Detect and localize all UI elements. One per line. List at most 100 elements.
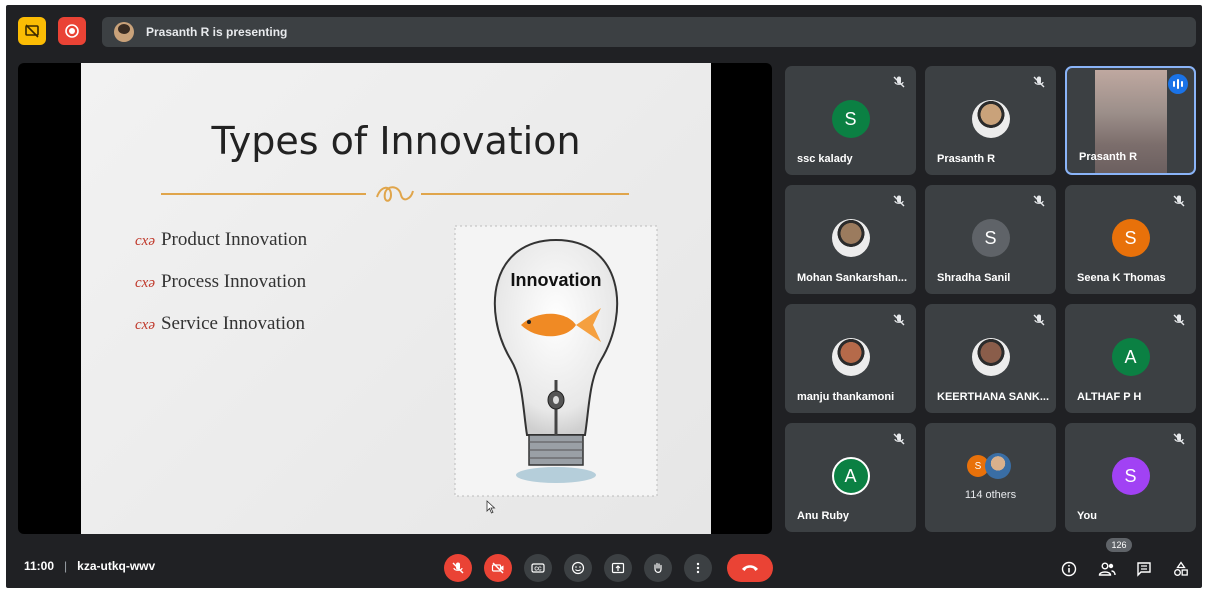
participant-tile[interactable]: Sssc kalady: [785, 66, 916, 175]
record-icon: [65, 24, 79, 38]
closed-captions-icon: CC: [531, 563, 545, 573]
avatar: S: [831, 100, 870, 138]
info-icon: [1061, 561, 1077, 577]
bullet-list: cxǝ Product Innovation cxǝ Process Innov…: [135, 229, 307, 355]
participant-name: Shradha Sanil: [937, 272, 1011, 284]
bullet-text: Service Innovation: [160, 313, 306, 334]
participant-tile[interactable]: S 114 others: [925, 423, 1056, 532]
bullet-mark-icon: cxǝ: [135, 317, 155, 333]
title-rule-left: [161, 193, 366, 195]
camera-off-icon: [491, 562, 504, 574]
svg-text:CC: CC: [534, 567, 542, 573]
avatar: A: [1111, 338, 1150, 376]
participant-tile[interactable]: Prasanth R: [1065, 66, 1196, 175]
speaking-indicator-icon: [1168, 74, 1188, 94]
presentation-stage: Types of Innovation cxǝ Product Innovati…: [18, 63, 772, 534]
participant-tile[interactable]: manju thankamoni: [785, 304, 916, 413]
participant-name: KEERTHANA SANK...: [937, 391, 1050, 403]
mic-muted-icon: [893, 314, 905, 326]
leave-call-button[interactable]: [727, 554, 773, 582]
lightbulb-fish-image: Innovation: [454, 225, 658, 497]
participant-name: manju thankamoni: [797, 391, 895, 403]
avatar: [831, 338, 870, 376]
captions-button[interactable]: CC: [524, 554, 552, 582]
avatar: [971, 338, 1010, 376]
participant-tile[interactable]: A Anu Ruby: [785, 423, 916, 532]
bullet-mark-icon: cxǝ: [135, 233, 155, 249]
avatar: [831, 219, 870, 257]
mic-muted-icon: [1033, 195, 1045, 207]
meeting-code: kza-utkq-wwv: [77, 559, 156, 573]
ornament-icon: [376, 186, 414, 202]
mic-muted-icon: [1033, 76, 1045, 88]
participant-name: ssc kalady: [797, 153, 853, 165]
others-avatars: S: [967, 453, 1017, 479]
phone-hangup-icon: [742, 565, 758, 571]
camera-button[interactable]: [484, 554, 512, 582]
participant-tile[interactable]: A ALTHAF P H: [1065, 304, 1196, 413]
participant-tile[interactable]: Mohan Sankarshan...: [785, 185, 916, 294]
present-screen-icon: [611, 562, 625, 574]
separator: |: [64, 559, 68, 573]
participant-name: ALTHAF P H: [1077, 391, 1142, 403]
participant-name: Mohan Sankarshan...: [797, 272, 908, 284]
avatar: S: [971, 219, 1010, 257]
slide-title: Types of Innovation: [211, 119, 581, 163]
mic-off-icon: [452, 562, 464, 574]
reactions-button[interactable]: [564, 554, 592, 582]
stop-presenting-button[interactable]: [18, 17, 46, 45]
top-bar: Prasanth R is presenting: [6, 11, 1202, 49]
presenting-banner: Prasanth R is presenting: [102, 17, 1196, 47]
activities-button[interactable]: [1170, 558, 1192, 580]
participant-tile[interactable]: S You: [1065, 423, 1196, 532]
emoji-icon: [571, 561, 585, 575]
bulb-caption: Innovation: [511, 270, 602, 290]
hand-icon: [654, 562, 662, 573]
microphone-button[interactable]: [444, 554, 472, 582]
avatar: [971, 100, 1010, 138]
more-options-button[interactable]: [684, 554, 712, 582]
more-vert-icon: [696, 562, 700, 574]
mic-muted-icon: [1173, 314, 1185, 326]
meeting-details: 11:00 | kza-utkq-wwv: [24, 559, 155, 573]
avatar: S: [1111, 219, 1150, 257]
participant-name: Seena K Thomas: [1077, 272, 1166, 284]
participant-name: Prasanth R: [937, 153, 996, 165]
mic-muted-icon: [893, 433, 905, 445]
participant-tile[interactable]: KEERTHANA SANK...: [925, 304, 1056, 413]
raise-hand-button[interactable]: [644, 554, 672, 582]
chat-icon: [1137, 562, 1151, 577]
participant-count-badge: 126: [1106, 538, 1132, 552]
avatar: [985, 453, 1011, 479]
bullet-item: cxǝ Process Innovation: [135, 271, 307, 313]
people-button[interactable]: [1096, 558, 1118, 580]
meeting-info-button[interactable]: [1058, 558, 1080, 580]
participant-name: Anu Ruby: [797, 510, 849, 522]
presenter-avatar: [114, 22, 134, 42]
recording-button[interactable]: [58, 17, 86, 45]
bullet-mark-icon: cxǝ: [135, 275, 155, 291]
participant-tile[interactable]: S Shradha Sanil: [925, 185, 1056, 294]
participant-tile[interactable]: S Seena K Thomas: [1065, 185, 1196, 294]
bullet-item: cxǝ Product Innovation: [135, 229, 307, 271]
others-count-label: 114 others: [964, 489, 1017, 501]
slide: Types of Innovation cxǝ Product Innovati…: [81, 63, 711, 534]
participant-name: Prasanth R: [1079, 151, 1138, 163]
title-rule-right: [421, 193, 629, 195]
bullet-text: Product Innovation: [160, 229, 308, 250]
bullet-item: cxǝ Service Innovation: [135, 313, 307, 355]
mic-muted-icon: [1173, 195, 1185, 207]
presentation-off-icon: [25, 24, 39, 38]
chat-button[interactable]: [1133, 558, 1155, 580]
mic-muted-icon: [1173, 433, 1185, 445]
bottom-bar: 11:00 | kza-utkq-wwv CC 126: [6, 538, 1202, 588]
avatar: A: [831, 457, 870, 495]
avatar: S: [1111, 457, 1150, 495]
present-button[interactable]: [604, 554, 632, 582]
bullet-text: Process Innovation: [160, 271, 307, 292]
mic-muted-icon: [1033, 314, 1045, 326]
shapes-icon: [1174, 561, 1188, 576]
participant-tile[interactable]: Prasanth R: [925, 66, 1056, 175]
presenting-text: Prasanth R is presenting: [146, 25, 288, 39]
mic-muted-icon: [893, 76, 905, 88]
